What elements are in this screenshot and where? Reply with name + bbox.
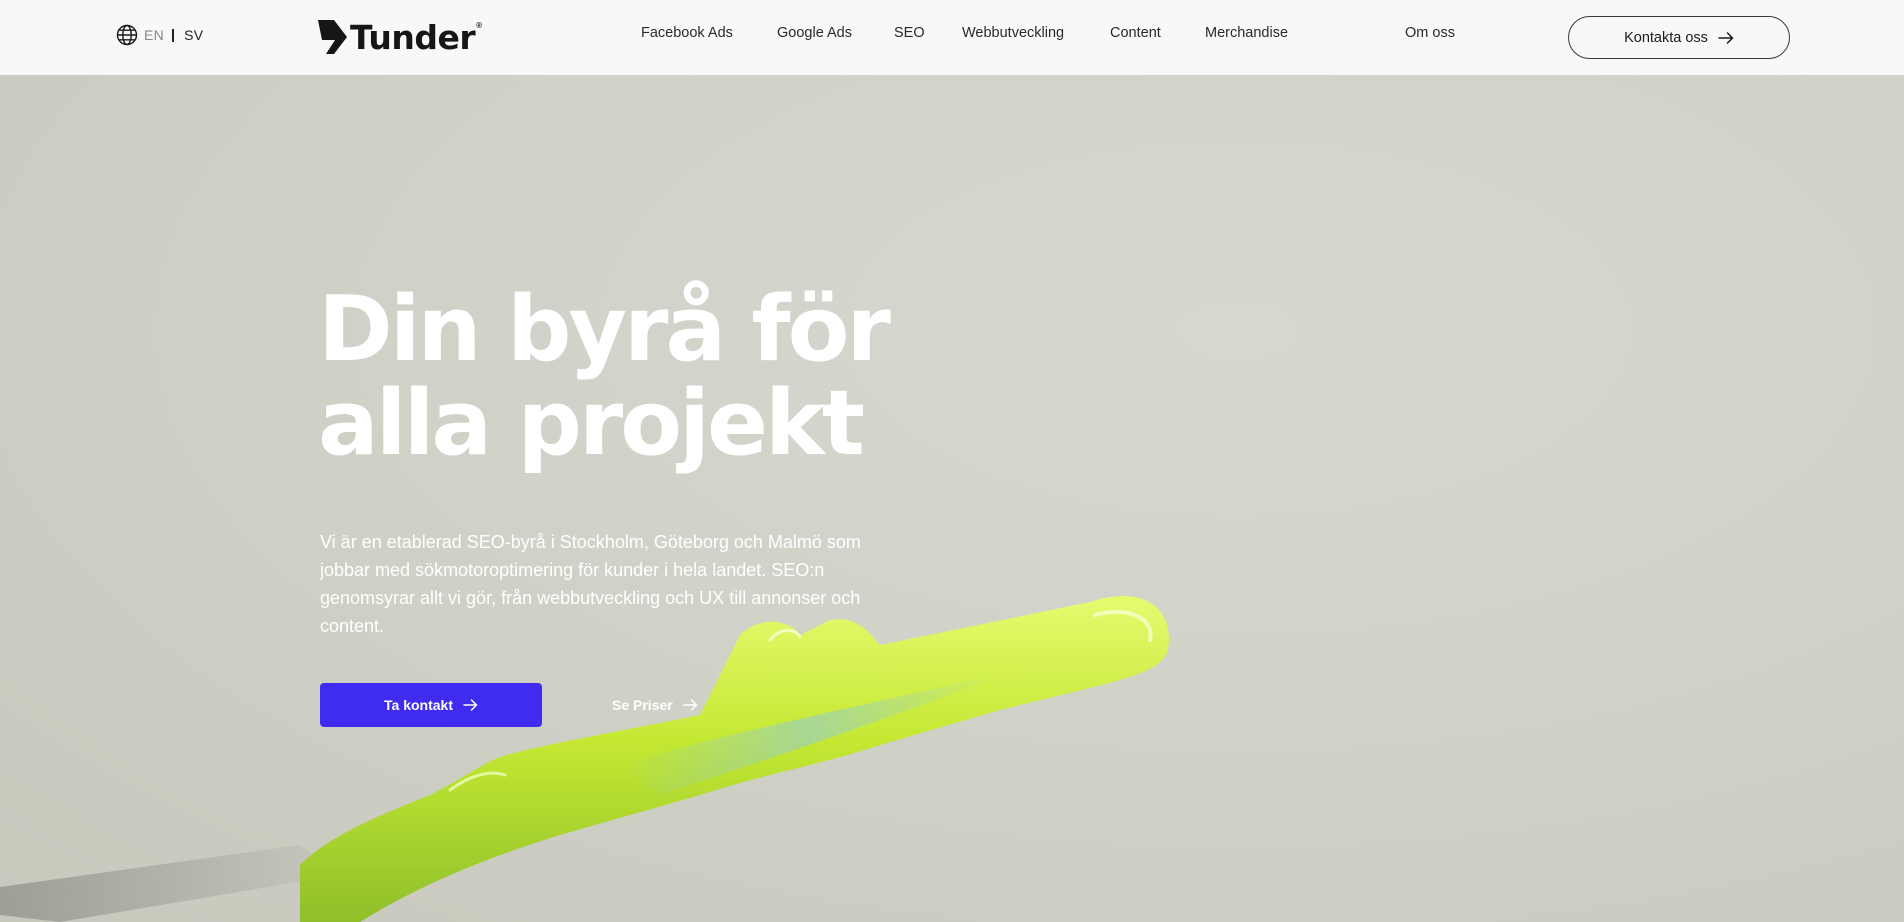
- hero-section: Din byrå för alla projekt Vi är en etabl…: [0, 75, 1904, 922]
- nav-facebook-ads[interactable]: Facebook Ads: [641, 25, 733, 45]
- nav-webbutveckling[interactable]: Webbutveckling: [962, 25, 1064, 45]
- contact-button[interactable]: Kontakta oss: [1568, 16, 1790, 59]
- tunder-logo[interactable]: Tunder ®: [318, 19, 482, 55]
- lang-en-link[interactable]: EN: [144, 27, 164, 43]
- nav-seo[interactable]: SEO: [894, 25, 925, 45]
- arrow-right-icon: [463, 699, 478, 711]
- logo-registered-mark: ®: [476, 21, 483, 30]
- se-priser-link[interactable]: Se Priser: [612, 683, 698, 727]
- nav-google-ads[interactable]: Google Ads: [777, 25, 852, 45]
- ta-kontakt-label: Ta kontakt: [384, 697, 453, 713]
- hero-description: Vi är en etablerad SEO-byrå i Stockholm,…: [320, 532, 861, 636]
- site-header: EN SV Tunder ® Facebook Ads Google Ads S…: [0, 0, 1904, 75]
- arrow-right-icon: [1718, 31, 1734, 44]
- hero-heading: Din byrå för alla projekt: [318, 277, 891, 476]
- lang-sv-link[interactable]: SV: [184, 27, 203, 43]
- logo-mark-icon: [318, 20, 348, 54]
- globe-icon[interactable]: [116, 24, 138, 46]
- lang-divider: [172, 28, 175, 42]
- hero-heading-line-2: alla projekt: [318, 371, 865, 476]
- nav-merchandise[interactable]: Merchandise: [1205, 25, 1288, 45]
- ta-kontakt-button[interactable]: Ta kontakt: [320, 683, 542, 727]
- contact-button-label: Kontakta oss: [1624, 29, 1708, 46]
- language-switcher: EN SV: [116, 24, 203, 46]
- hero-3d-shape-image: [0, 595, 1169, 922]
- arrow-right-icon: [682, 699, 698, 711]
- se-priser-label: Se Priser: [612, 697, 673, 713]
- hero-heading-line-1: Din byrå för: [318, 277, 891, 382]
- logo-text: Tunder: [350, 17, 476, 57]
- nav-om-oss[interactable]: Om oss: [1405, 25, 1455, 45]
- nav-content[interactable]: Content: [1110, 25, 1161, 45]
